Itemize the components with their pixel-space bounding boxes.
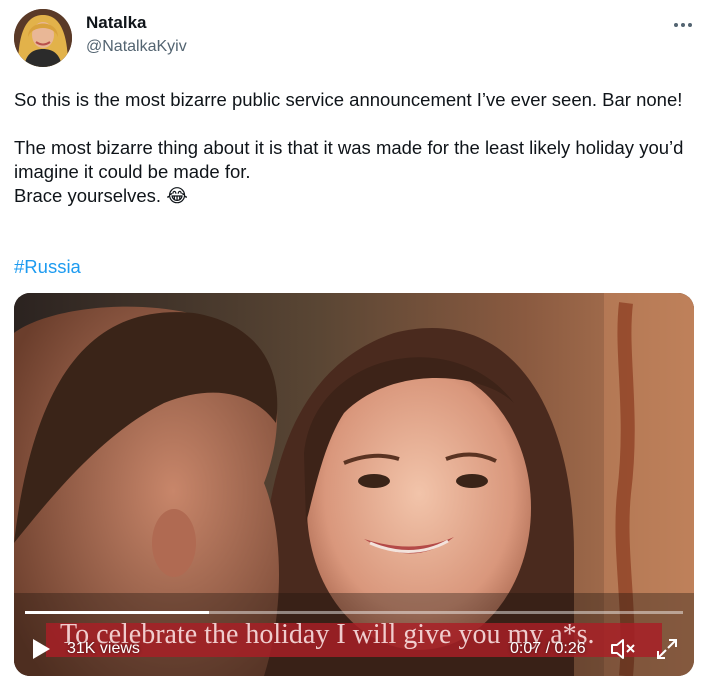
mute-icon[interactable]: [610, 637, 636, 661]
tweet-paragraph-3: Brace yourselves. 😂: [14, 184, 690, 208]
author-handle[interactable]: @NatalkaKyiv: [86, 38, 187, 56]
tweet: Natalka @NatalkaKyiv So this is the most…: [0, 0, 704, 678]
progress-bar[interactable]: [25, 611, 683, 614]
hashtag-link[interactable]: #Russia: [14, 256, 81, 278]
laughing-emoji: 😂: [166, 185, 188, 206]
video-subtitle: To celebrate the holiday I will give you…: [60, 619, 595, 650]
tweet-paragraph-1: So this is the most bizarre public servi…: [14, 89, 683, 110]
progress-fill: [25, 611, 210, 614]
tweet-text: So this is the most bizarre public servi…: [14, 88, 690, 208]
fullscreen-icon[interactable]: [655, 637, 679, 661]
avatar[interactable]: [14, 9, 72, 67]
more-icon[interactable]: [670, 14, 696, 36]
tweet-paragraph-2: The most bizarre thing about it is that …: [14, 137, 684, 182]
tweet-line-3: Brace yourselves.: [14, 185, 167, 206]
video-player[interactable]: To celebrate the holiday I will give you…: [14, 293, 694, 676]
play-icon[interactable]: [30, 637, 52, 661]
view-count: 31K views: [67, 640, 140, 657]
author-name[interactable]: Natalka: [86, 13, 146, 33]
video-time: 0:07 / 0:26: [510, 640, 586, 657]
